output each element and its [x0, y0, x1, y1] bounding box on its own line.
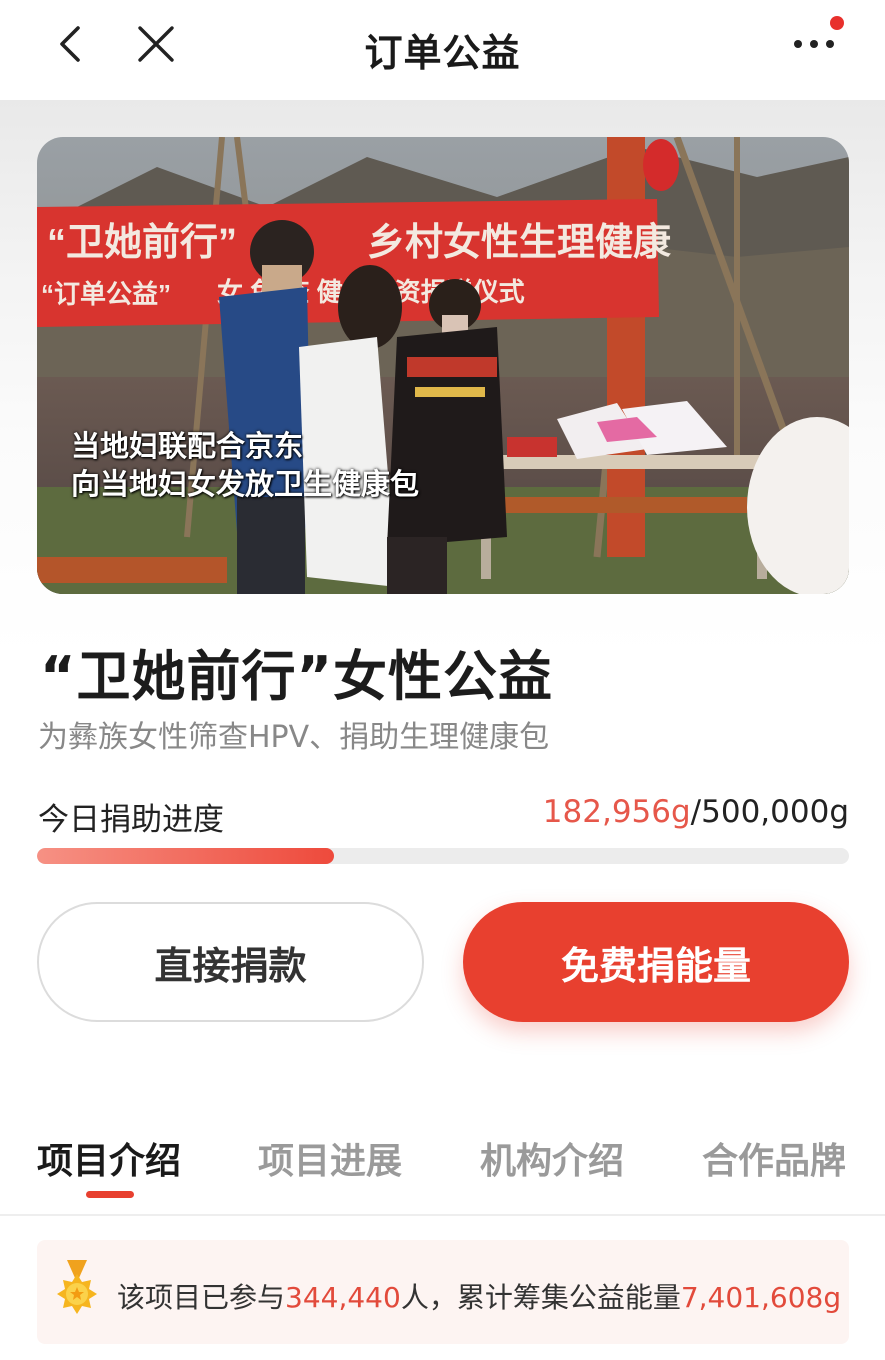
progress-bar-fill: [37, 848, 335, 864]
top-nav-bar: 订单公益: [0, 0, 885, 100]
tabs-divider: [0, 1214, 885, 1216]
banner-text-line1-rest: 乡村女性生理健康: [367, 221, 671, 264]
hero-caption-line2: 向当地妇女发放卫生健康包: [71, 467, 420, 501]
participant-count: 344,440: [285, 1281, 401, 1314]
free-energy-donate-button[interactable]: 免费捐能量: [463, 902, 849, 1022]
participation-stats-box: 该项目已参与344,440人，累计筹集公益能量7,401,608g: [37, 1240, 849, 1344]
tab-organization-intro[interactable]: 机构介绍: [480, 1132, 624, 1184]
progress-separator: /: [690, 794, 702, 830]
progress-label: 今日捐助进度: [38, 802, 224, 838]
hero-photo[interactable]: “卫她前行” 乡村女性生理健康 “订单公益” 女 免 查 健康物资捐赠仪式: [37, 137, 849, 594]
more-dots-icon[interactable]: [788, 24, 844, 68]
progress-target: 500,000g: [701, 794, 849, 830]
total-energy: 7,401,608g: [680, 1281, 842, 1314]
progress-current: 182,956g: [542, 794, 691, 830]
progress-values: 182,956g/500,000g: [543, 794, 849, 830]
participation-stats-text: 该项目已参与344,440人，累计筹集公益能量7,401,608g: [117, 1276, 841, 1316]
project-subtitle: 为彝族女性筛查HPV、捐助生理健康包: [38, 720, 550, 755]
notification-dot: [830, 16, 844, 30]
tab-project-progress[interactable]: 项目进展: [258, 1132, 402, 1184]
direct-donate-button[interactable]: 直接捐款: [37, 902, 424, 1022]
hero-caption: 当地妇联配合京东 向当地妇女发放卫生健康包: [71, 427, 419, 503]
page-title: 订单公益: [364, 31, 521, 75]
progress-bar: [37, 848, 849, 864]
medal-icon: [53, 1260, 101, 1324]
tab-project-intro[interactable]: 项目介绍: [37, 1132, 181, 1184]
stats-prefix: 该项目已参与: [117, 1281, 286, 1314]
active-tab-indicator: [86, 1191, 134, 1198]
stats-middle: 人，累计筹集公益能量: [400, 1281, 681, 1314]
banner-text-line1: “卫她前行”: [47, 222, 237, 264]
project-title: “卫她前行”女性公益: [40, 645, 553, 708]
banner-text-line2: “订单公益”: [41, 279, 171, 309]
hero-caption-line1: 当地妇联配合京东: [71, 429, 304, 463]
tab-partner-brands[interactable]: 合作品牌: [702, 1132, 846, 1184]
